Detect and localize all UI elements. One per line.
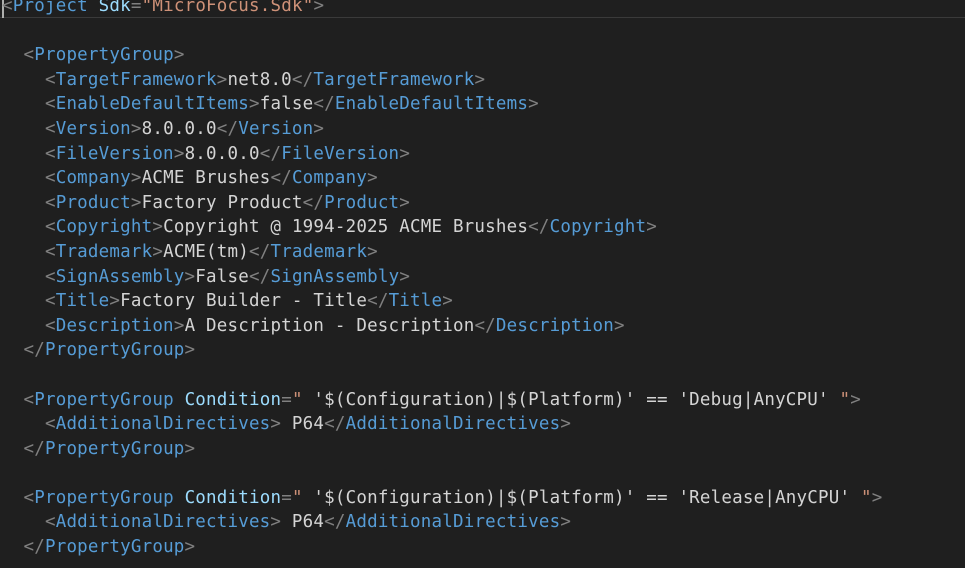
tag-name: Version: [238, 118, 314, 139]
tag-name: SignAssembly: [55, 266, 185, 287]
tag-name: FileVersion: [55, 143, 174, 164]
tag-name: Company: [55, 168, 131, 189]
element-value: P64: [281, 414, 325, 435]
code-editor[interactable]: <Project Sdk="MicroFocus.Sdk"> <Property…: [0, 0, 965, 568]
code-line-blank[interactable]: [2, 363, 882, 388]
tag-name: PropertyGroup: [44, 537, 185, 558]
tag-name: Product: [324, 192, 400, 213]
tag-name: Project: [12, 0, 88, 16]
tag-name: Copyright: [549, 217, 647, 238]
tag-name: Product: [55, 192, 131, 213]
code-line-group3-prop[interactable]: <AdditionalDirectives> P64</AdditionalDi…: [2, 510, 882, 535]
tag-name: TargetFramework: [313, 69, 475, 90]
element-value: false: [259, 94, 314, 115]
code-line-blank[interactable]: [2, 19, 882, 44]
code-line-property[interactable]: <TargetFramework>net8.0</TargetFramework…: [2, 68, 882, 93]
attribute-name: Sdk: [98, 0, 131, 16]
code-line-property[interactable]: <Company>ACME Brushes</Company>: [2, 166, 882, 191]
code-line-property[interactable]: <FileVersion>8.0.0.0</FileVersion>: [2, 142, 882, 167]
attribute-value: MicroFocus.Sdk: [152, 0, 303, 16]
tag-name: AdditionalDirectives: [55, 512, 271, 533]
tag-name: Trademark: [55, 241, 153, 262]
tag-name: PropertyGroup: [44, 340, 185, 361]
code-line-group1-close[interactable]: </PropertyGroup>: [2, 338, 882, 363]
condition-value: '$(Configuration)|$(Platform)' == 'Debug…: [302, 389, 840, 410]
code-line-property[interactable]: <SignAssembly>False</SignAssembly>: [2, 265, 882, 290]
tag-name: AdditionalDirectives: [345, 512, 561, 533]
element-value: Factory Builder - Title: [120, 291, 368, 312]
tag-name: Title: [388, 291, 443, 312]
code-line-group1-open[interactable]: <PropertyGroup>: [2, 43, 882, 68]
element-value: P64: [281, 512, 325, 533]
tag-name: AdditionalDirectives: [345, 414, 561, 435]
tag-name: PropertyGroup: [44, 438, 185, 459]
tag-name: PropertyGroup: [34, 389, 174, 410]
code-line-property[interactable]: <Product>Factory Product</Product>: [2, 191, 882, 216]
code-line-group2-prop[interactable]: <AdditionalDirectives> P64</AdditionalDi…: [2, 412, 882, 437]
tag-name: PropertyGroup: [34, 487, 174, 508]
tag-name: Description: [495, 315, 615, 336]
code-line-property[interactable]: <Trademark>ACME(tm)</Trademark>: [2, 240, 882, 265]
tag-name: EnableDefaultItems: [55, 94, 249, 115]
tag-name: Title: [55, 291, 110, 312]
element-value: ACME(tm): [163, 241, 249, 262]
attribute-name: Condition: [184, 487, 282, 508]
tag-name: Description: [55, 315, 174, 336]
tag-name: EnableDefaultItems: [334, 94, 529, 115]
element-value: False: [195, 266, 249, 287]
condition-value: '$(Configuration)|$(Platform)' == 'Relea…: [302, 487, 861, 508]
code-line-property[interactable]: <Version>8.0.0.0</Version>: [2, 117, 882, 142]
code-line-property[interactable]: <Title>Factory Builder - Title</Title>: [2, 289, 882, 314]
code-line-project-open[interactable]: <Project Sdk="MicroFocus.Sdk">: [2, 0, 882, 19]
tag-name: PropertyGroup: [34, 45, 174, 66]
tag-name: FileVersion: [281, 143, 400, 164]
tag-name: Copyright: [55, 217, 153, 238]
tag-name: AdditionalDirectives: [55, 414, 271, 435]
tag-name: SignAssembly: [270, 266, 400, 287]
tag-name: TargetFramework: [55, 69, 217, 90]
element-value: net8.0: [227, 69, 292, 90]
element-value: Copyright @ 1994-2025 ACME Brushes: [163, 217, 529, 238]
element-value: ACME Brushes: [141, 168, 271, 189]
tag-name: Company: [291, 168, 368, 189]
code-content[interactable]: <Project Sdk="MicroFocus.Sdk"> <Property…: [2, 0, 882, 560]
code-line-property[interactable]: <Copyright>Copyright @ 1994-2025 ACME Br…: [2, 215, 882, 240]
attribute-name: Condition: [184, 389, 282, 410]
element-value: A Description - Description: [184, 315, 475, 336]
code-line-group2-open[interactable]: <PropertyGroup Condition=" '$(Configurat…: [2, 388, 882, 413]
element-value: 8.0.0.0: [141, 118, 217, 139]
code-line-group3-close[interactable]: </PropertyGroup>: [2, 535, 882, 560]
tag-name: Version: [55, 118, 131, 139]
element-value: Factory Product: [141, 192, 303, 213]
code-line-group2-close[interactable]: </PropertyGroup>: [2, 437, 882, 462]
code-line-property[interactable]: <EnableDefaultItems>false</EnableDefault…: [2, 92, 882, 117]
element-value: 8.0.0.0: [184, 143, 260, 164]
code-line-group3-open[interactable]: <PropertyGroup Condition=" '$(Configurat…: [2, 486, 882, 511]
code-line-blank[interactable]: [2, 461, 882, 486]
code-line-property[interactable]: <Description>A Description - Description…: [2, 314, 882, 339]
tag-name: Trademark: [270, 241, 368, 262]
